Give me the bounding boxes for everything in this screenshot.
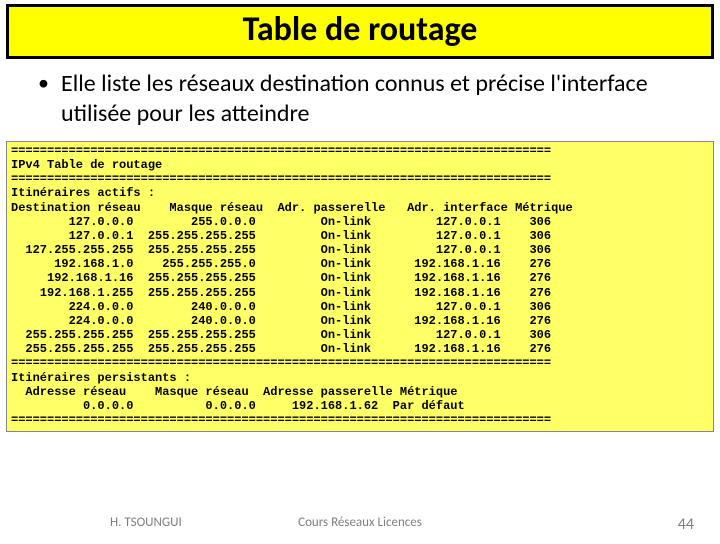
term-row: 224.0.0.0 240.0.0.0 On-link 127.0.0.1 30…	[11, 300, 551, 314]
term-prow: 0.0.0.0 0.0.0.0 192.168.1.62 Par défaut	[11, 399, 465, 413]
term-row: 255.255.255.255 255.255.255.255 On-link …	[11, 342, 551, 356]
term-sep-4: ========================================…	[11, 413, 551, 427]
bullet-emph1: réseaux destination	[179, 69, 370, 98]
bullet-dot: •	[38, 69, 49, 129]
slide-title: Table de routage	[9, 9, 711, 50]
term-row: 224.0.0.0 240.0.0.0 On-link 192.168.1.16…	[11, 314, 551, 328]
term-row: 127.0.0.0 255.0.0.0 On-link 127.0.0.1 30…	[11, 215, 551, 229]
term-persist: Itinéraires persistants :	[11, 371, 191, 385]
footer-course: Cours Réseaux Licences	[298, 515, 422, 530]
term-sep-1: ========================================…	[11, 144, 551, 158]
bullet-mid: connus et précise l'	[369, 69, 561, 98]
term-sep-3: ========================================…	[11, 356, 551, 370]
term-header: IPv4 Table de routage	[11, 158, 162, 172]
title-bar: Table de routage	[6, 4, 714, 59]
term-row: 127.0.0.1 255.255.255.255 On-link 127.0.…	[11, 229, 551, 243]
bullet-block: • Elle liste les réseaux destination con…	[0, 59, 720, 141]
term-pcols: Adresse réseau Masque réseau Adresse pas…	[11, 385, 457, 399]
term-row: 255.255.255.255 255.255.255.255 On-link …	[11, 328, 551, 342]
term-row: 192.168.1.255 255.255.255.255 On-link 19…	[11, 286, 551, 300]
term-row: 192.168.1.16 255.255.255.255 On-link 192…	[11, 271, 551, 285]
term-sep-2: ========================================…	[11, 172, 551, 186]
term-row: 192.168.1.0 255.255.255.0 On-link 192.16…	[11, 257, 551, 271]
term-cols: Destination réseau Masque réseau Adr. pa…	[11, 201, 573, 215]
bullet-post: pour les atteindre	[131, 99, 309, 128]
bullet-text: Elle liste les réseaux destination connu…	[61, 69, 692, 129]
routing-terminal: ========================================…	[6, 141, 714, 432]
footer: H. TSOUNGUI Cours Réseaux Licences 44	[0, 515, 720, 530]
footer-author: H. TSOUNGUI	[110, 515, 182, 530]
term-row: 127.255.255.255 255.255.255.255 On-link …	[11, 243, 551, 257]
term-actifs: Itinéraires actifs :	[11, 186, 155, 200]
footer-page: 44	[678, 515, 694, 534]
bullet-pre: Elle liste les	[61, 69, 179, 98]
